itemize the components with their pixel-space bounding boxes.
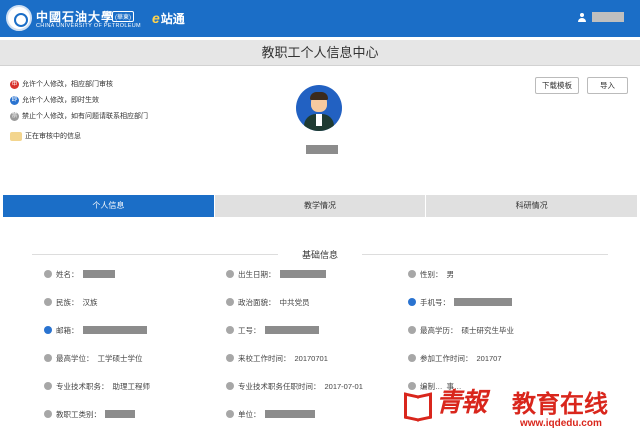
legend: 审 允许个人修改，相应部门审核 即 允许个人修改，即时生效 禁 禁止个人修改，如… bbox=[10, 76, 148, 144]
watermark: 青報 教育在线 www.iqdedu.com bbox=[402, 380, 638, 434]
estation-logo[interactable]: e站通 bbox=[152, 10, 185, 27]
locked-icon bbox=[44, 382, 52, 390]
watermark-name: 教育在线 bbox=[512, 391, 608, 418]
field-phone[interactable]: 手机号： bbox=[408, 296, 512, 308]
locked-icon bbox=[44, 270, 52, 278]
birth-date-value-masked bbox=[279, 270, 326, 278]
pending-icon bbox=[10, 131, 22, 141]
field-name: 姓名： bbox=[44, 268, 115, 280]
field-staff-category: 教职工类别： bbox=[44, 408, 135, 420]
legend-item: 正在审核中的信息 bbox=[10, 128, 148, 144]
avatar[interactable] bbox=[296, 85, 342, 131]
blue-badge-icon: 即 bbox=[10, 95, 19, 105]
school-campus: (華東) bbox=[112, 11, 134, 22]
tab-personal-info[interactable]: 个人信息 bbox=[3, 195, 214, 217]
field-professional-title: 专业技术职务： 助理工程师 bbox=[44, 380, 150, 392]
watermark-brand: 青報 bbox=[436, 388, 487, 418]
legend-item: 即 允许个人修改，即时生效 bbox=[10, 95, 99, 105]
locked-icon bbox=[44, 354, 52, 362]
tab-research[interactable]: 科研情况 bbox=[425, 195, 637, 217]
legend-item: 禁 禁止个人修改，如有问题请联系相应部门 bbox=[10, 111, 148, 121]
field-birth-date: 出生日期： bbox=[226, 268, 326, 280]
university-logo-icon bbox=[6, 5, 32, 31]
locked-icon bbox=[226, 326, 234, 334]
top-bar: 中國石油大學 (華東) CHINA UNIVERSITY OF PETROLEU… bbox=[0, 0, 640, 37]
tab-teaching[interactable]: 教学情况 bbox=[213, 195, 426, 217]
locked-icon bbox=[408, 354, 416, 362]
avatar-name-masked bbox=[306, 145, 338, 154]
editable-icon bbox=[408, 298, 416, 306]
divider bbox=[32, 254, 278, 255]
divider bbox=[362, 254, 608, 255]
locked-icon bbox=[226, 298, 234, 306]
field-staff-id: 工号： bbox=[226, 324, 319, 336]
locked-icon bbox=[226, 382, 234, 390]
field-unit: 单位： bbox=[226, 408, 315, 420]
user-icon[interactable] bbox=[578, 13, 586, 23]
editable-icon bbox=[44, 326, 52, 334]
locked-icon bbox=[44, 410, 52, 418]
locked-icon bbox=[226, 410, 234, 418]
tab-bar: 个人信息 教学情况 科研情况 bbox=[3, 195, 637, 217]
locked-icon bbox=[226, 354, 234, 362]
legend-item: 审 允许个人修改，相应部门审核 bbox=[10, 79, 113, 89]
field-email[interactable]: 邮箱： bbox=[44, 324, 147, 336]
user-name-masked[interactable] bbox=[592, 12, 624, 22]
staff-id-value-masked bbox=[264, 326, 319, 334]
locked-icon bbox=[408, 326, 416, 334]
field-political-status: 政治面貌： 中共党员 bbox=[226, 296, 310, 308]
book-logo-icon bbox=[402, 388, 432, 418]
locked-icon bbox=[408, 270, 416, 278]
email-value-masked bbox=[82, 326, 147, 334]
section-title: 基础信息 bbox=[301, 250, 338, 260]
download-template-button[interactable]: 下载模板 bbox=[535, 77, 579, 94]
gray-badge-icon: 禁 bbox=[10, 111, 19, 121]
import-button[interactable]: 导入 bbox=[587, 77, 628, 94]
locked-icon bbox=[44, 298, 52, 306]
field-start-date-school: 来校工作时间： 20170701 bbox=[226, 352, 328, 364]
field-title-appointment-date: 专业技术职务任职时间： 2017-07-01 bbox=[226, 380, 363, 392]
field-start-date-work: 参加工作时间： 201707 bbox=[408, 352, 502, 364]
field-ethnicity: 民族： 汉族 bbox=[44, 296, 98, 308]
school-name-en: CHINA UNIVERSITY OF PETROLEUM bbox=[36, 23, 141, 29]
locked-icon bbox=[226, 270, 234, 278]
page-title: 教职工个人信息中心 bbox=[0, 40, 640, 66]
phone-value-masked bbox=[454, 298, 512, 306]
unit-value-masked bbox=[264, 410, 315, 418]
field-gender: 性别： 男 bbox=[408, 268, 454, 280]
field-highest-education: 最高学历： 硕士研究生毕业 bbox=[408, 324, 514, 336]
field-highest-degree: 最高学位： 工学硕士学位 bbox=[44, 352, 143, 364]
red-badge-icon: 审 bbox=[10, 79, 19, 89]
name-value-masked bbox=[82, 270, 115, 278]
staff-category-value-masked bbox=[105, 410, 135, 418]
watermark-url: www.iqdedu.com bbox=[520, 418, 602, 429]
